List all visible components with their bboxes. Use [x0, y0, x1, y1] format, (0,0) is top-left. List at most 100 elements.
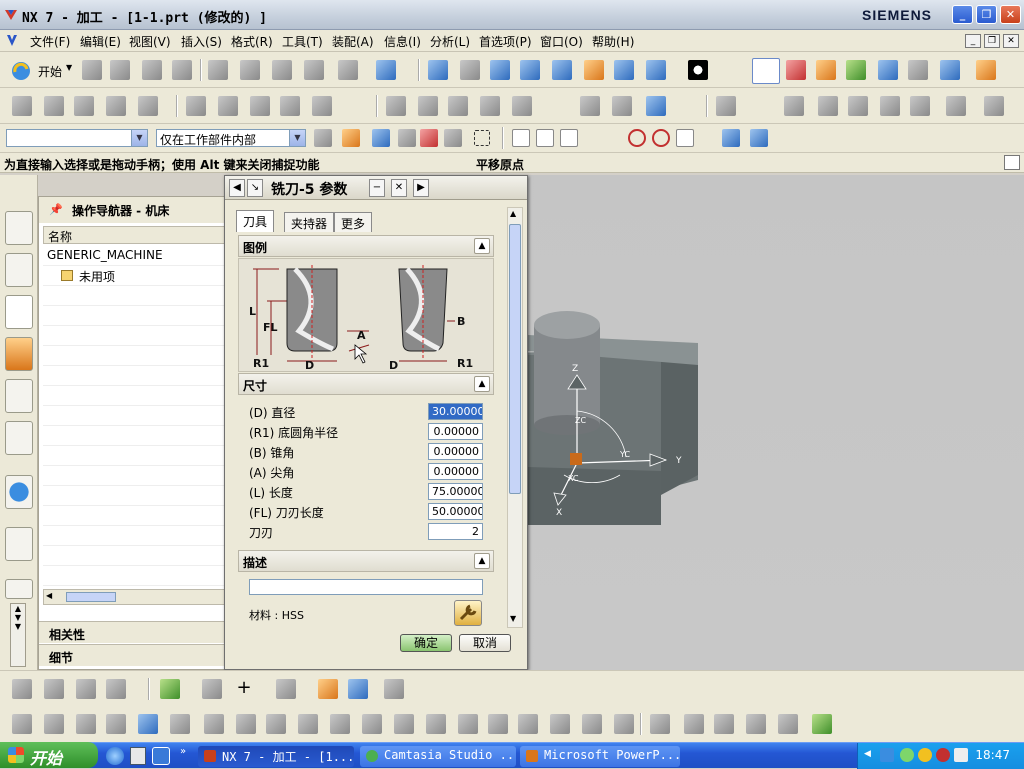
- web-browser-tab-icon[interactable]: [5, 527, 33, 561]
- network-tray-icon[interactable]: [880, 748, 894, 762]
- group-description-header[interactable]: 描述 ▲: [238, 550, 494, 572]
- menu-analysis[interactable]: 分析(L): [430, 33, 470, 50]
- group-legend-header[interactable]: 图例 ▲: [238, 235, 494, 257]
- task-nx[interactable]: NX 7 - 加工 - [1...: [198, 746, 354, 767]
- pattern-icon[interactable]: [266, 714, 286, 734]
- dialog-title-bar[interactable]: ◀ ↘ 铣刀-5 参数 − ✕ ▶: [225, 176, 527, 200]
- trim-body-icon[interactable]: [170, 714, 190, 734]
- shaded-view-icon[interactable]: [646, 60, 666, 80]
- start-icon[interactable]: [10, 60, 32, 82]
- menu-file[interactable]: 文件(F): [30, 33, 70, 50]
- cut-icon[interactable]: [208, 60, 228, 80]
- dialog-collapse-icon[interactable]: −: [369, 179, 385, 197]
- general-selection-icon[interactable]: [342, 129, 360, 147]
- chain-icon[interactable]: [202, 679, 222, 699]
- edit-feature-icon[interactable]: [12, 714, 32, 734]
- section-dependencies[interactable]: 相关性: [39, 621, 227, 643]
- scroll-left-icon[interactable]: ◀: [46, 591, 52, 600]
- doc-close-button[interactable]: ✕: [1003, 34, 1019, 48]
- scope-filter-select[interactable]: 仅在工作部件内部 ▼: [156, 129, 306, 147]
- delete-operation-icon[interactable]: [984, 96, 1004, 116]
- desktop-quicklaunch-icon[interactable]: [152, 747, 170, 765]
- create-tool-icon[interactable]: [44, 96, 64, 116]
- camtasia-tray-icon[interactable]: [900, 748, 914, 762]
- list-toolpath-icon[interactable]: [250, 96, 270, 116]
- doc-minimize-button[interactable]: _: [965, 34, 981, 48]
- report-icon[interactable]: [646, 96, 666, 116]
- unite-icon[interactable]: [426, 714, 446, 734]
- wcs-origin-icon[interactable]: [786, 60, 806, 80]
- snap-endpoint-icon[interactable]: [512, 129, 530, 147]
- app-menu-icon[interactable]: [5, 33, 19, 48]
- menu-assembly[interactable]: 装配(A): [332, 33, 374, 50]
- tab-more[interactable]: 更多: [334, 212, 373, 232]
- operation-move-icon[interactable]: [818, 96, 838, 116]
- sew-icon[interactable]: [330, 714, 350, 734]
- open-file-icon[interactable]: [110, 60, 130, 80]
- pan-icon[interactable]: [584, 60, 604, 80]
- tree-row-machine[interactable]: GENERIC_MACHINE: [43, 246, 225, 266]
- assembly-filter-icon[interactable]: [314, 129, 332, 147]
- delete-face-icon[interactable]: [582, 714, 602, 734]
- tree-row-unused[interactable]: 未用项: [43, 266, 225, 286]
- draft-icon[interactable]: [236, 714, 256, 734]
- object-display-icon[interactable]: [76, 679, 96, 699]
- split-body-icon[interactable]: [394, 714, 414, 734]
- scroll-down-icon[interactable]: ▼: [510, 614, 516, 623]
- select-icon[interactable]: [908, 60, 928, 80]
- tab-holder[interactable]: 夹持器: [284, 212, 335, 232]
- boolean-icon[interactable]: [384, 679, 404, 699]
- geometry-view-icon[interactable]: [448, 96, 468, 116]
- pin-icon[interactable]: 📌: [49, 203, 63, 216]
- menu-preferences[interactable]: 首选项(P): [479, 33, 532, 50]
- snap-center-icon[interactable]: [628, 129, 646, 147]
- unlink-icon[interactable]: [746, 714, 766, 734]
- param-input-diameter[interactable]: 30.00000: [428, 403, 483, 420]
- window-title-bar[interactable]: NX 7 - 加工 - [1-1.prt (修改的) ] SIEMENS _ ❐…: [0, 0, 1024, 30]
- dialog-prev-icon[interactable]: ◀: [229, 179, 245, 197]
- volume-tray-icon[interactable]: [954, 748, 968, 762]
- resource-scroll[interactable]: ▲ ▼ ▼: [10, 603, 26, 667]
- sketch-icon[interactable]: [160, 679, 180, 699]
- patch-icon[interactable]: [362, 714, 382, 734]
- operation-copy-icon[interactable]: [784, 96, 804, 116]
- description-input[interactable]: [249, 579, 483, 595]
- snap-existing-point-icon[interactable]: [676, 129, 694, 147]
- snap-control-point-icon[interactable]: [560, 129, 578, 147]
- doc-restore-button[interactable]: ❐: [984, 34, 1000, 48]
- layer-settings-icon[interactable]: [106, 679, 126, 699]
- quicklaunch-more-icon[interactable]: »: [180, 746, 186, 757]
- info-tab-icon[interactable]: [5, 475, 33, 509]
- messenger-tray-icon[interactable]: [918, 748, 932, 762]
- menu-window[interactable]: 窗口(O): [540, 33, 583, 50]
- snap-intersection-icon[interactable]: [606, 129, 624, 147]
- operation-group-icon[interactable]: [880, 96, 900, 116]
- zoom-window-icon[interactable]: [460, 60, 480, 80]
- dialog-next-icon[interactable]: ▶: [413, 179, 429, 197]
- task-camtasia[interactable]: Camtasia Studio ...: [360, 746, 516, 767]
- transform-icon[interactable]: [12, 679, 32, 699]
- chevron-down-icon[interactable]: ▼: [289, 130, 305, 146]
- menu-help[interactable]: 帮助(H): [592, 33, 634, 50]
- menu-edit[interactable]: 编辑(E): [80, 33, 121, 50]
- hole-icon[interactable]: [106, 714, 126, 734]
- rectangle-select-icon[interactable]: [474, 130, 490, 146]
- maximize-button[interactable]: ❐: [976, 5, 997, 24]
- delete-icon[interactable]: [304, 60, 324, 80]
- snap-arc-icon[interactable]: [584, 129, 602, 147]
- point-icon[interactable]: +: [234, 679, 254, 699]
- wcs-orient-icon[interactable]: [846, 60, 866, 80]
- update-icon[interactable]: [812, 714, 832, 734]
- operation-navigator-tab-icon[interactable]: [5, 295, 33, 329]
- program-order-view-icon[interactable]: [386, 96, 406, 116]
- tab-tool[interactable]: 刀具: [236, 210, 275, 232]
- link-icon[interactable]: [714, 714, 734, 734]
- print-icon[interactable]: [172, 60, 192, 80]
- simulate-icon[interactable]: [312, 96, 332, 116]
- extrude-icon[interactable]: [318, 679, 338, 699]
- save-icon[interactable]: [142, 60, 162, 80]
- snap-quadrant-icon[interactable]: [652, 129, 670, 147]
- tray-expand-icon[interactable]: ◀: [864, 749, 871, 759]
- snap-bounded-icon[interactable]: [750, 129, 768, 147]
- ie-quicklaunch-icon[interactable]: [106, 747, 124, 765]
